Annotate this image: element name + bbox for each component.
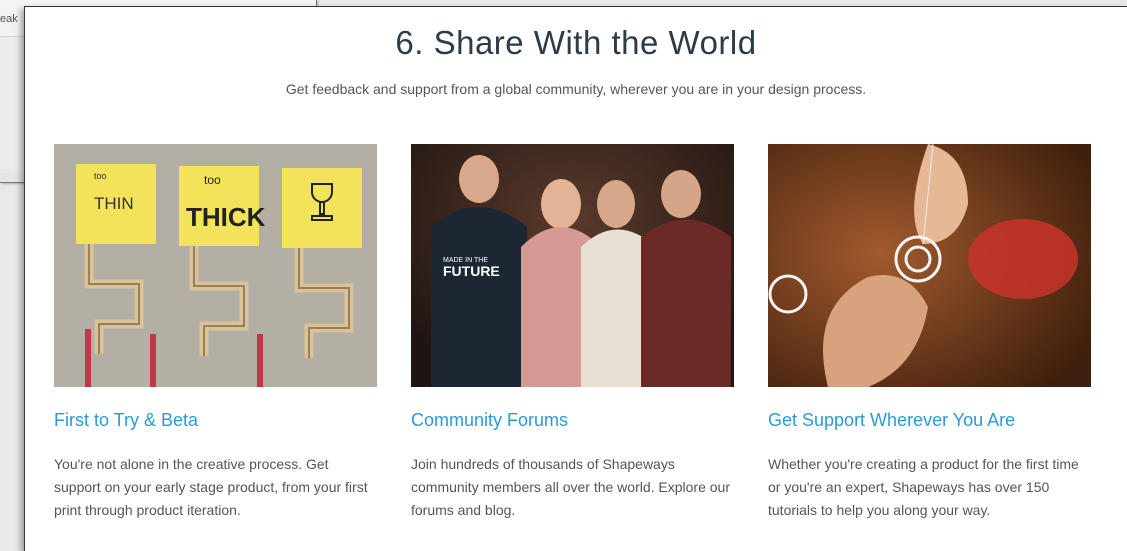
paper-models-photo: too THIN too THICK — [54, 144, 377, 387]
card-first-to-try: too THIN too THICK First to Try & Beta Y… — [54, 144, 377, 518]
card-heading[interactable]: Get Support Wherever You Are — [768, 410, 1015, 431]
card-get-support: Get Support Wherever You Are Whether you… — [768, 144, 1091, 518]
card-heading[interactable]: Community Forums — [411, 410, 568, 431]
section-subtitle: Get feedback and support from a global c… — [285, 81, 867, 97]
section-title: 6. Share With the World — [395, 24, 757, 61]
share-section-panel: 6. Share With the World Get feedback and… — [24, 6, 1127, 551]
note-thin: THIN — [94, 194, 134, 213]
card-body: Whether you're creating a product for th… — [768, 456, 1079, 518]
note-too-1: too — [94, 171, 107, 181]
card-heading[interactable]: First to Try & Beta — [54, 410, 198, 431]
shirt-text-future: FUTURE — [443, 263, 500, 279]
card-body: You're not alone in the creative process… — [54, 456, 368, 518]
card-body: Join hundreds of thousands of Shapeways … — [411, 456, 731, 518]
card-community-forums: MADE IN THE FUTURE Community Forums Join… — [411, 144, 734, 518]
note-too-2: too — [204, 173, 221, 187]
group-photo: MADE IN THE FUTURE — [411, 144, 734, 387]
hands-3d-print-photo — [768, 144, 1091, 387]
background-window-text: eak — [0, 13, 18, 25]
note-thick: THICK — [186, 202, 266, 232]
